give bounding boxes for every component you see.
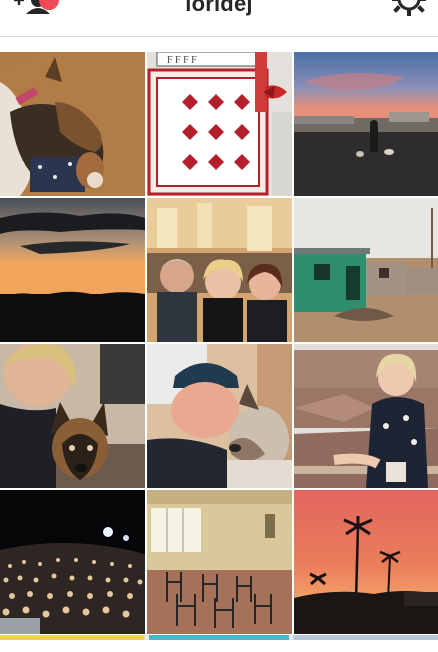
profile-username: loridej <box>185 0 253 16</box>
photo-tile-classroom[interactable] <box>147 490 292 634</box>
profile-header: loridej <box>0 0 438 37</box>
photo-tile-sunset-clouds[interactable] <box>0 198 145 342</box>
photo-tile-woman-balcony[interactable] <box>294 344 438 488</box>
photo-tile-quilt[interactable]: F F F F <box>147 52 292 196</box>
photo-tile-green-building[interactable] <box>294 198 438 342</box>
photo-tile-concert-crowd[interactable] <box>0 490 145 634</box>
photo-tile-dog-sleeping[interactable] <box>0 52 145 196</box>
photo-grid: F F F F <box>0 52 438 652</box>
settings-button[interactable] <box>392 0 426 20</box>
gear-icon <box>392 0 426 16</box>
photo-tile-dusk-courtyard[interactable] <box>294 52 438 196</box>
photo-tile-dog-kiss[interactable] <box>147 344 292 488</box>
next-row-preview <box>0 635 438 640</box>
photo-tile-selfie-puppy[interactable] <box>0 344 145 488</box>
photo-tile-palm-sunset[interactable] <box>294 490 438 634</box>
svg-text:F F F F: F F F F <box>167 55 197 66</box>
photo-tile-group-selfie[interactable] <box>147 198 292 342</box>
